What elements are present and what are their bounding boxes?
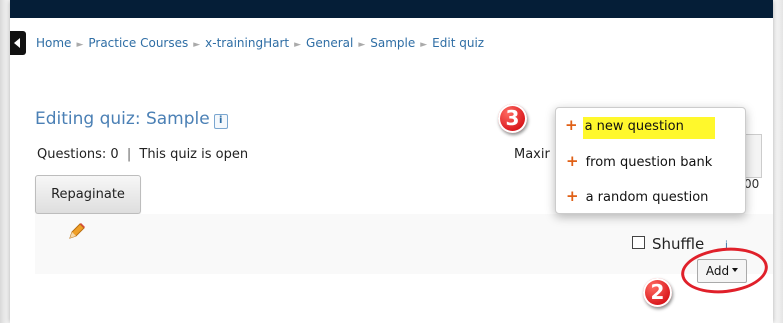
breadcrumb-separator-icon: ►: [294, 40, 302, 50]
quiz-open-status: This quiz is open: [139, 147, 249, 162]
breadcrumb-separator-icon: ►: [358, 40, 366, 50]
menu-item-from-question-bank[interactable]: + from question bank: [566, 149, 744, 173]
breadcrumb-separator-icon: ►: [76, 40, 84, 50]
breadcrumb-item-course[interactable]: x-trainingHart: [205, 36, 289, 50]
plus-icon: +: [566, 187, 579, 205]
breadcrumb-item-general[interactable]: General: [306, 36, 353, 50]
menu-item-random-question[interactable]: + a random question: [566, 184, 744, 208]
top-navbar: [10, 0, 773, 18]
pencil-icon[interactable]: [67, 221, 87, 241]
page-title: Editing quiz: Sample i: [35, 109, 228, 129]
menu-item-label: a random question: [585, 190, 709, 205]
plus-icon: +: [565, 116, 578, 134]
menu-item-new-question-content[interactable]: + a new question: [565, 113, 743, 137]
menu-item-label: a new question: [584, 119, 684, 134]
breadcrumb: Home ► Practice Courses ► x-trainingHart ► Gen…: [36, 36, 484, 50]
page-title-text: Editing quiz: Sample: [35, 109, 210, 129]
breadcrumb-item-sample[interactable]: Sample: [370, 36, 415, 50]
breadcrumb-item-edit-quiz[interactable]: Edit quiz: [432, 36, 484, 50]
step-marker-2: 2: [643, 278, 672, 307]
maximum-grade-value: 00: [744, 177, 760, 191]
breadcrumb-item-home[interactable]: Home: [36, 36, 71, 50]
status-separator: |: [126, 147, 132, 162]
menu-item-label: from question bank: [585, 155, 713, 170]
plus-icon: +: [566, 152, 579, 170]
breadcrumb-separator-icon: ►: [193, 40, 201, 50]
step-marker-3: 3: [498, 104, 527, 133]
quiz-status-line: Questions: 0 | This quiz is open: [37, 147, 248, 162]
breadcrumb-separator-icon: ►: [420, 40, 428, 50]
help-icon[interactable]: i: [213, 114, 228, 129]
shuffle-label: Shuffle: [652, 235, 705, 253]
sidebar-toggle-button[interactable]: [10, 31, 26, 55]
shuffle-checkbox[interactable]: [632, 236, 645, 249]
breadcrumb-item-practice-courses[interactable]: Practice Courses: [88, 36, 188, 50]
questions-count: Questions: 0: [37, 147, 119, 162]
maximum-grade-label: Maxir: [514, 147, 550, 162]
shuffle-row: Shuffle: [632, 235, 704, 253]
repaginate-button[interactable]: Repaginate: [35, 175, 141, 214]
